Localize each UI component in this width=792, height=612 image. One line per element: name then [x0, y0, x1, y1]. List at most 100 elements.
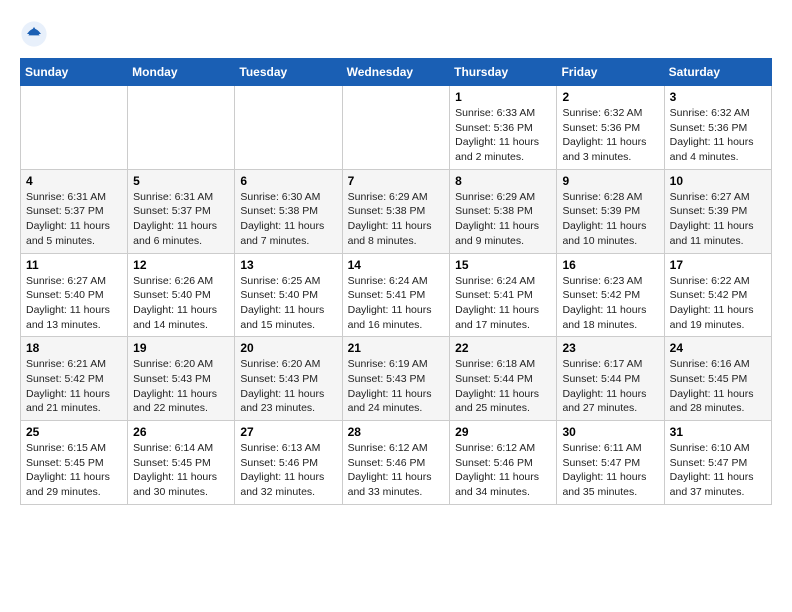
calendar-table: SundayMondayTuesdayWednesdayThursdayFrid… [20, 58, 772, 505]
day-number: 18 [26, 341, 122, 355]
day-info: Sunrise: 6:32 AM Sunset: 5:36 PM Dayligh… [670, 106, 766, 165]
logo-icon [20, 20, 48, 48]
day-number: 6 [240, 174, 336, 188]
day-number: 9 [562, 174, 658, 188]
day-info: Sunrise: 6:20 AM Sunset: 5:43 PM Dayligh… [240, 357, 336, 416]
day-info: Sunrise: 6:24 AM Sunset: 5:41 PM Dayligh… [455, 274, 551, 333]
calendar-cell [21, 86, 128, 170]
day-info: Sunrise: 6:24 AM Sunset: 5:41 PM Dayligh… [348, 274, 445, 333]
day-info: Sunrise: 6:21 AM Sunset: 5:42 PM Dayligh… [26, 357, 122, 416]
day-info: Sunrise: 6:27 AM Sunset: 5:40 PM Dayligh… [26, 274, 122, 333]
calendar-cell: 19 Sunrise: 6:20 AM Sunset: 5:43 PM Dayli… [128, 337, 235, 421]
day-info: Sunrise: 6:31 AM Sunset: 5:37 PM Dayligh… [133, 190, 229, 249]
day-info: Sunrise: 6:26 AM Sunset: 5:40 PM Dayligh… [133, 274, 229, 333]
calendar-header-friday: Friday [557, 59, 664, 86]
calendar-cell: 10Sunrise: 6:27 AM Sunset: 5:39 PM Dayli… [664, 169, 771, 253]
calendar-cell: 29Sunrise: 6:12 AM Sunset: 5:46 PM Dayli… [450, 421, 557, 505]
day-info: Sunrise: 6:31 AM Sunset: 5:37 PM Dayligh… [26, 190, 122, 249]
day-info: Sunrise: 6:19 AM Sunset: 5:43 PM Dayligh… [348, 357, 445, 416]
calendar-cell: 26 Sunrise: 6:14 AM Sunset: 5:45 PM Dayli… [128, 421, 235, 505]
calendar-cell: 20Sunrise: 6:20 AM Sunset: 5:43 PM Dayli… [235, 337, 342, 421]
page-header [20, 20, 772, 48]
day-info: Sunrise: 6:17 AM Sunset: 5:44 PM Dayligh… [562, 357, 658, 416]
day-number: 12 [133, 258, 229, 272]
day-info: Sunrise: 6:20 AM Sunset: 5:43 PM Dayligh… [133, 357, 229, 416]
calendar-week-row: 18 Sunrise: 6:21 AM Sunset: 5:42 PM Dayli… [21, 337, 772, 421]
day-number: 8 [455, 174, 551, 188]
calendar-week-row: 1Sunrise: 6:33 AM Sunset: 5:36 PM Daylig… [21, 86, 772, 170]
calendar-cell: 30 Sunrise: 6:11 AM Sunset: 5:47 PM Dayli… [557, 421, 664, 505]
day-number: 13 [240, 258, 336, 272]
calendar-cell: 23 Sunrise: 6:17 AM Sunset: 5:44 PM Dayli… [557, 337, 664, 421]
calendar-cell: 6 Sunrise: 6:30 AM Sunset: 5:38 PM Daylig… [235, 169, 342, 253]
day-number: 28 [348, 425, 445, 439]
day-number: 25 [26, 425, 122, 439]
day-info: Sunrise: 6:28 AM Sunset: 5:39 PM Dayligh… [562, 190, 658, 249]
calendar-cell: 1Sunrise: 6:33 AM Sunset: 5:36 PM Daylig… [450, 86, 557, 170]
calendar-cell: 3Sunrise: 6:32 AM Sunset: 5:36 PM Daylig… [664, 86, 771, 170]
calendar-cell [235, 86, 342, 170]
day-number: 10 [670, 174, 766, 188]
calendar-cell [128, 86, 235, 170]
day-number: 27 [240, 425, 336, 439]
calendar-cell: 28 Sunrise: 6:12 AM Sunset: 5:46 PM Dayli… [342, 421, 450, 505]
day-info: Sunrise: 6:29 AM Sunset: 5:38 PM Dayligh… [455, 190, 551, 249]
calendar-week-row: 4 Sunrise: 6:31 AM Sunset: 5:37 PM Daylig… [21, 169, 772, 253]
day-info: Sunrise: 6:32 AM Sunset: 5:36 PM Dayligh… [562, 106, 658, 165]
logo [20, 20, 52, 48]
day-number: 2 [562, 90, 658, 104]
calendar-cell: 13 Sunrise: 6:25 AM Sunset: 5:40 PM Dayli… [235, 253, 342, 337]
day-info: Sunrise: 6:18 AM Sunset: 5:44 PM Dayligh… [455, 357, 551, 416]
day-number: 23 [562, 341, 658, 355]
calendar-cell: 16 Sunrise: 6:23 AM Sunset: 5:42 PM Dayli… [557, 253, 664, 337]
day-info: Sunrise: 6:13 AM Sunset: 5:46 PM Dayligh… [240, 441, 336, 500]
calendar-cell: 21 Sunrise: 6:19 AM Sunset: 5:43 PM Dayli… [342, 337, 450, 421]
day-number: 22 [455, 341, 551, 355]
day-info: Sunrise: 6:16 AM Sunset: 5:45 PM Dayligh… [670, 357, 766, 416]
calendar-week-row: 25 Sunrise: 6:15 AM Sunset: 5:45 PM Dayli… [21, 421, 772, 505]
day-info: Sunrise: 6:10 AM Sunset: 5:47 PM Dayligh… [670, 441, 766, 500]
calendar-cell: 11 Sunrise: 6:27 AM Sunset: 5:40 PM Dayli… [21, 253, 128, 337]
calendar-cell: 14 Sunrise: 6:24 AM Sunset: 5:41 PM Dayli… [342, 253, 450, 337]
day-info: Sunrise: 6:23 AM Sunset: 5:42 PM Dayligh… [562, 274, 658, 333]
day-info: Sunrise: 6:22 AM Sunset: 5:42 PM Dayligh… [670, 274, 766, 333]
calendar-cell: 8 Sunrise: 6:29 AM Sunset: 5:38 PM Daylig… [450, 169, 557, 253]
day-number: 24 [670, 341, 766, 355]
day-number: 14 [348, 258, 445, 272]
calendar-cell: 24 Sunrise: 6:16 AM Sunset: 5:45 PM Dayli… [664, 337, 771, 421]
calendar-cell: 7Sunrise: 6:29 AM Sunset: 5:38 PM Daylig… [342, 169, 450, 253]
day-number: 5 [133, 174, 229, 188]
calendar-cell: 18 Sunrise: 6:21 AM Sunset: 5:42 PM Dayli… [21, 337, 128, 421]
day-number: 17 [670, 258, 766, 272]
calendar-header-saturday: Saturday [664, 59, 771, 86]
calendar-cell: 5 Sunrise: 6:31 AM Sunset: 5:37 PM Daylig… [128, 169, 235, 253]
calendar-cell: 25 Sunrise: 6:15 AM Sunset: 5:45 PM Dayli… [21, 421, 128, 505]
day-number: 21 [348, 341, 445, 355]
calendar-cell: 27 Sunrise: 6:13 AM Sunset: 5:46 PM Dayli… [235, 421, 342, 505]
day-info: Sunrise: 6:30 AM Sunset: 5:38 PM Dayligh… [240, 190, 336, 249]
day-info: Sunrise: 6:25 AM Sunset: 5:40 PM Dayligh… [240, 274, 336, 333]
day-number: 11 [26, 258, 122, 272]
calendar-header-tuesday: Tuesday [235, 59, 342, 86]
calendar-cell: 22 Sunrise: 6:18 AM Sunset: 5:44 PM Dayli… [450, 337, 557, 421]
day-number: 31 [670, 425, 766, 439]
day-number: 26 [133, 425, 229, 439]
calendar-header-sunday: Sunday [21, 59, 128, 86]
day-number: 30 [562, 425, 658, 439]
day-number: 4 [26, 174, 122, 188]
day-number: 15 [455, 258, 551, 272]
calendar-header-monday: Monday [128, 59, 235, 86]
day-info: Sunrise: 6:11 AM Sunset: 5:47 PM Dayligh… [562, 441, 658, 500]
calendar-cell: 4 Sunrise: 6:31 AM Sunset: 5:37 PM Daylig… [21, 169, 128, 253]
calendar-cell [342, 86, 450, 170]
calendar-week-row: 11 Sunrise: 6:27 AM Sunset: 5:40 PM Dayli… [21, 253, 772, 337]
day-info: Sunrise: 6:14 AM Sunset: 5:45 PM Dayligh… [133, 441, 229, 500]
calendar-header-wednesday: Wednesday [342, 59, 450, 86]
calendar-cell: 12 Sunrise: 6:26 AM Sunset: 5:40 PM Dayli… [128, 253, 235, 337]
day-info: Sunrise: 6:15 AM Sunset: 5:45 PM Dayligh… [26, 441, 122, 500]
calendar-cell: 9 Sunrise: 6:28 AM Sunset: 5:39 PM Daylig… [557, 169, 664, 253]
day-number: 16 [562, 258, 658, 272]
day-number: 19 [133, 341, 229, 355]
day-info: Sunrise: 6:33 AM Sunset: 5:36 PM Dayligh… [455, 106, 551, 165]
day-info: Sunrise: 6:12 AM Sunset: 5:46 PM Dayligh… [348, 441, 445, 500]
